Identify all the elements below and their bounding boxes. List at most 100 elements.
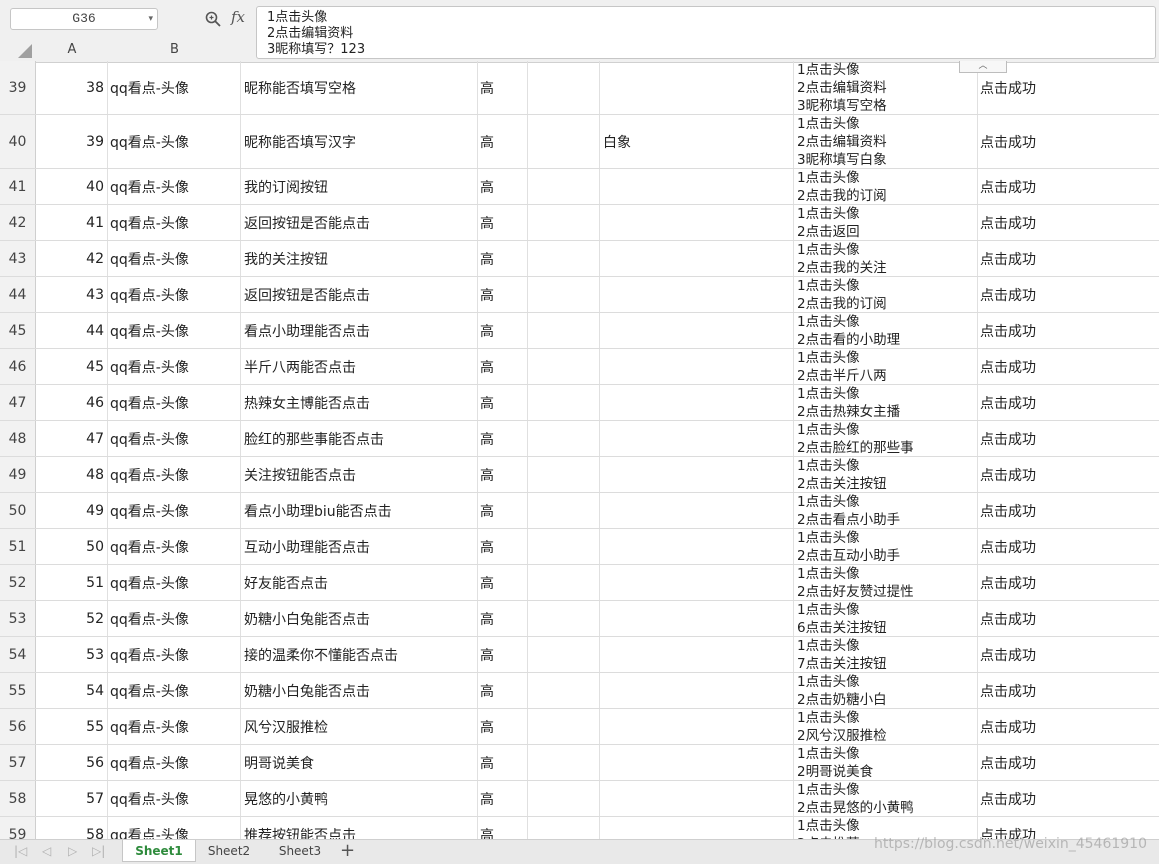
cell-title[interactable]: 返回按钮是否能点击 (241, 277, 478, 312)
row-number[interactable]: 54 (0, 637, 36, 672)
cell-id[interactable]: 46 (36, 385, 108, 420)
tab-sheet3[interactable]: Sheet3 (268, 840, 332, 862)
row-number[interactable]: 59 (0, 817, 36, 839)
cell-module[interactable]: qq看点-头像 (108, 601, 241, 636)
cell-empty[interactable] (528, 241, 600, 276)
cell-priority[interactable]: 高 (478, 61, 528, 114)
cell-data[interactable] (600, 385, 794, 420)
cell-module[interactable]: qq看点-头像 (108, 565, 241, 600)
row-number[interactable]: 55 (0, 673, 36, 708)
tab-sheet2[interactable]: Sheet2 (198, 840, 260, 862)
cell-result[interactable]: 点击成功 (978, 115, 1159, 168)
cell-title[interactable]: 昵称能否填写汉字 (241, 115, 478, 168)
cell-steps[interactable]: 1点击头像 2明哥说美食 (794, 745, 978, 780)
cell-priority[interactable]: 高 (478, 637, 528, 672)
cell-title[interactable]: 脸红的那些事能否点击 (241, 421, 478, 456)
cell-module[interactable]: qq看点-头像 (108, 169, 241, 204)
cell-title[interactable]: 我的关注按钮 (241, 241, 478, 276)
cell-id[interactable]: 49 (36, 493, 108, 528)
cell-steps[interactable]: 1点击头像 2点击我的订阅 (794, 277, 978, 312)
cell-data[interactable] (600, 709, 794, 744)
cell-result[interactable]: 点击成功 (978, 385, 1159, 420)
cell-title[interactable]: 推荐按钮能否点击 (241, 817, 478, 839)
cell-priority[interactable]: 高 (478, 349, 528, 384)
cell-steps[interactable]: 1点击头像 2点击半斤八两 (794, 349, 978, 384)
cell-priority[interactable]: 高 (478, 457, 528, 492)
cell-data[interactable] (600, 457, 794, 492)
cell-title[interactable]: 看点小助理能否点击 (241, 313, 478, 348)
cell-module[interactable]: qq看点-头像 (108, 277, 241, 312)
cell-result[interactable]: 点击成功 (978, 457, 1159, 492)
cell-title[interactable]: 接的温柔你不懂能否点击 (241, 637, 478, 672)
cell-id[interactable]: 48 (36, 457, 108, 492)
cell-id[interactable]: 38 (36, 61, 108, 114)
fx-icon[interactable]: fx (231, 8, 245, 26)
cell-id[interactable]: 57 (36, 781, 108, 816)
chevron-up-icon[interactable]: ︿ (959, 61, 1007, 73)
cell-data[interactable] (600, 421, 794, 456)
cell-module[interactable]: qq看点-头像 (108, 241, 241, 276)
cell-result[interactable]: 点击成功 (978, 313, 1159, 348)
cell-empty[interactable] (528, 61, 600, 114)
cell-result[interactable]: 点击成功 (978, 745, 1159, 780)
cell-id[interactable]: 41 (36, 205, 108, 240)
cell-data[interactable] (600, 817, 794, 839)
cell-steps[interactable]: 1点击头像 2点击奶糖小白 (794, 673, 978, 708)
cell-priority[interactable]: 高 (478, 601, 528, 636)
cell-priority[interactable]: 高 (478, 493, 528, 528)
cell-result[interactable]: 点击成功 (978, 565, 1159, 600)
cell-empty[interactable] (528, 115, 600, 168)
cell-result[interactable]: 点击成功 (978, 781, 1159, 816)
cell-empty[interactable] (528, 709, 600, 744)
cell-empty[interactable] (528, 565, 600, 600)
cell-steps[interactable]: 1点击头像 2点击看的小助理 (794, 313, 978, 348)
cell-empty[interactable] (528, 457, 600, 492)
cell-priority[interactable]: 高 (478, 529, 528, 564)
cell-result[interactable]: 点击成功 (978, 493, 1159, 528)
row-number[interactable]: 49 (0, 457, 36, 492)
cell-steps[interactable]: 1点击头像 2点击返回 (794, 205, 978, 240)
cell-id[interactable]: 56 (36, 745, 108, 780)
cell-result[interactable]: 点击成功 (978, 673, 1159, 708)
cell-result[interactable]: 点击成功 (978, 637, 1159, 672)
cell-empty[interactable] (528, 421, 600, 456)
cell-steps[interactable]: 1点击头像 2点击热辣女主播 (794, 385, 978, 420)
row-number[interactable]: 50 (0, 493, 36, 528)
cell-module[interactable]: qq看点-头像 (108, 421, 241, 456)
row-number[interactable]: 51 (0, 529, 36, 564)
cell-title[interactable]: 互动小助理能否点击 (241, 529, 478, 564)
cell-priority[interactable]: 高 (478, 565, 528, 600)
cell-empty[interactable] (528, 313, 600, 348)
row-number[interactable]: 53 (0, 601, 36, 636)
chevron-down-icon[interactable]: ▾ (148, 9, 153, 29)
cell-data[interactable] (600, 529, 794, 564)
column-header-a[interactable]: A (36, 39, 108, 61)
cell-id[interactable]: 55 (36, 709, 108, 744)
cell-title[interactable]: 热辣女主博能否点击 (241, 385, 478, 420)
cell-data[interactable] (600, 637, 794, 672)
tab-sheet1[interactable]: Sheet1 (122, 840, 196, 862)
cell-priority[interactable]: 高 (478, 817, 528, 839)
cell-empty[interactable] (528, 493, 600, 528)
cell-priority[interactable]: 高 (478, 313, 528, 348)
cell-empty[interactable] (528, 349, 600, 384)
column-header-b[interactable]: B (108, 39, 241, 61)
cell-priority[interactable]: 高 (478, 421, 528, 456)
row-number[interactable]: 57 (0, 745, 36, 780)
cell-priority[interactable]: 高 (478, 673, 528, 708)
cell-empty[interactable] (528, 169, 600, 204)
cell-priority[interactable]: 高 (478, 277, 528, 312)
cell-priority[interactable]: 高 (478, 709, 528, 744)
cell-priority[interactable]: 高 (478, 241, 528, 276)
cell-module[interactable]: qq看点-头像 (108, 115, 241, 168)
add-sheet-icon[interactable]: + (340, 840, 355, 862)
cell-steps[interactable]: 1点击头像 2点击互动小助手 (794, 529, 978, 564)
cell-module[interactable]: qq看点-头像 (108, 385, 241, 420)
cell-priority[interactable]: 高 (478, 169, 528, 204)
cell-id[interactable]: 47 (36, 421, 108, 456)
cell-steps[interactable]: 1点击头像 2点击关注按钮 (794, 457, 978, 492)
cell-empty[interactable] (528, 817, 600, 839)
cell-result[interactable]: 点击成功 (978, 709, 1159, 744)
cell-steps[interactable]: 1点击头像 2点击脸红的那些事 (794, 421, 978, 456)
cell-result[interactable]: 点击成功 (978, 421, 1159, 456)
